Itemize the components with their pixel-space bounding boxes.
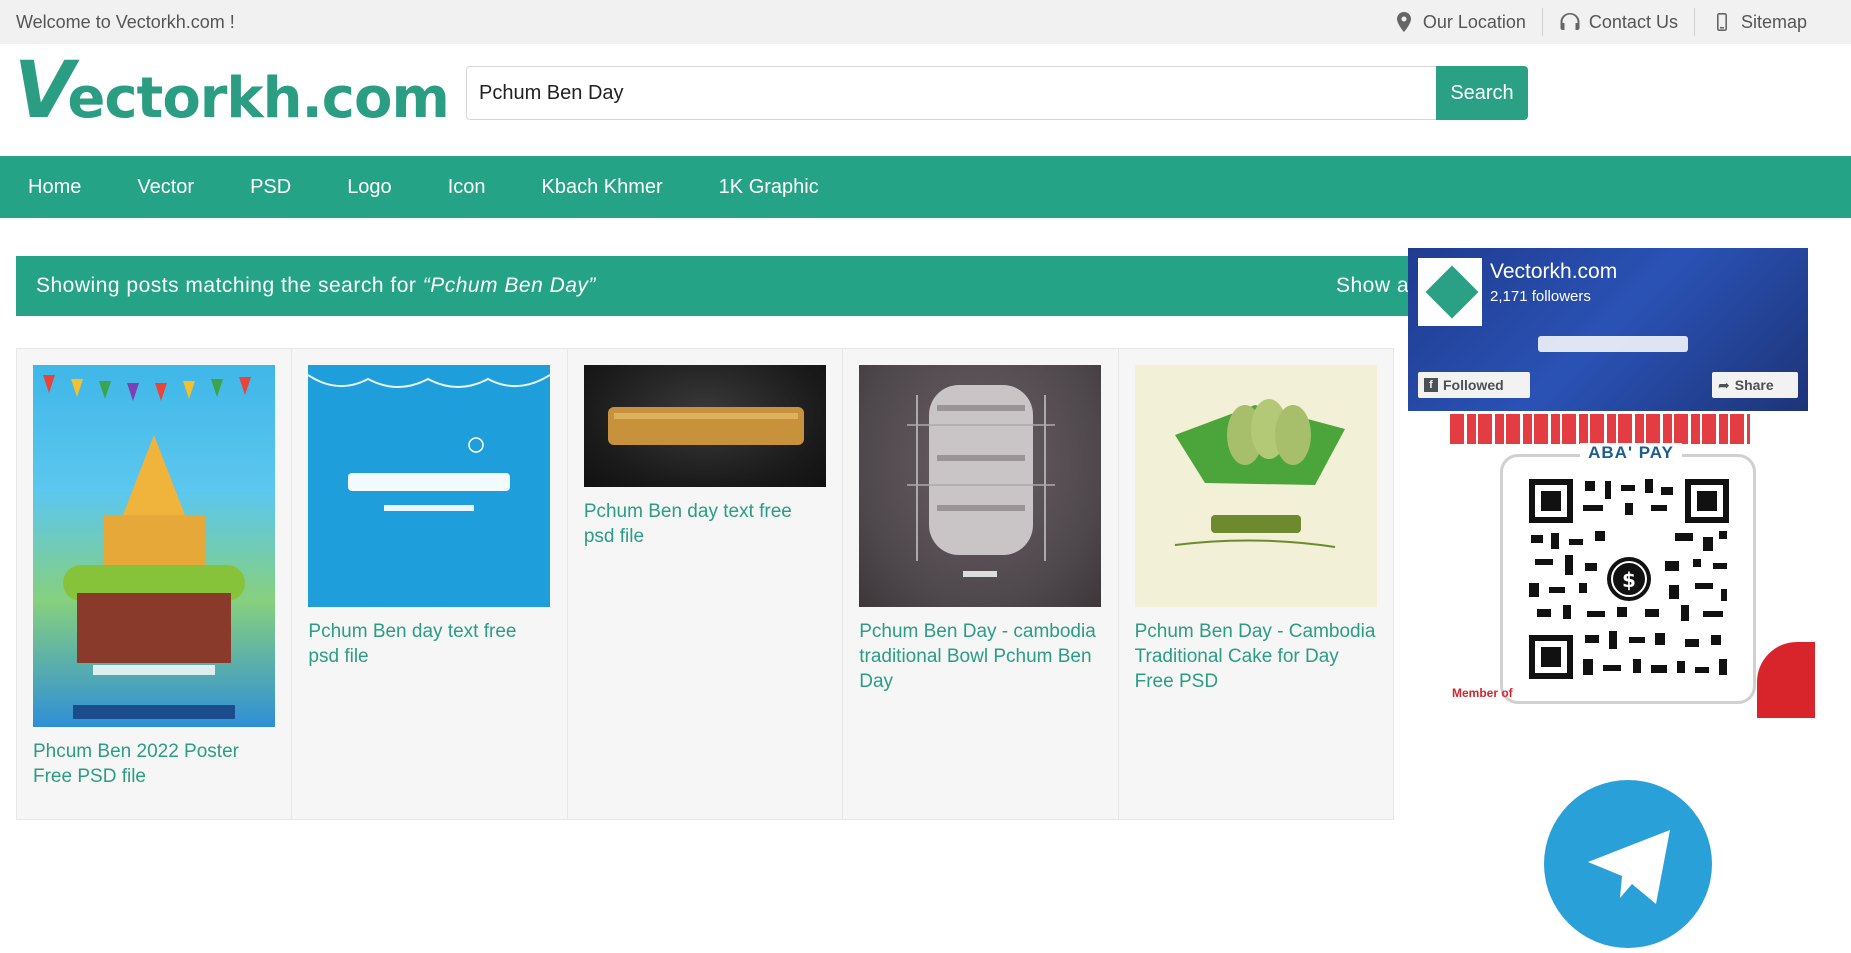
facebook-page-widget[interactable]: Vectorkh.com 2,171 followers f Followed … — [1408, 248, 1808, 411]
post-thumbnail[interactable] — [583, 365, 826, 487]
top-bar: Welcome to Vectorkh.com ! Our Location C… — [0, 0, 1851, 44]
headphones-icon — [1559, 11, 1581, 33]
main-nav: Home Vector PSD Logo Icon Kbach Khmer 1K… — [0, 156, 1851, 218]
post-card[interactable]: Pchum Ben Day - cambodia traditional Bow… — [843, 349, 1119, 819]
search-button[interactable]: Search — [1436, 66, 1528, 120]
svg-text:$: $ — [1622, 568, 1636, 592]
nav-item-logo[interactable]: Logo — [319, 156, 420, 218]
nav-item-1k-graphic[interactable]: 1K Graphic — [691, 156, 847, 218]
nav-item-psd[interactable]: PSD — [222, 156, 319, 218]
search-input[interactable] — [466, 66, 1436, 120]
search-result-message: Showing posts matching the search for “P… — [36, 274, 596, 297]
post-title[interactable]: Phcum Ben 2022 Poster Free PSD file — [33, 739, 275, 789]
post-thumbnail[interactable] — [1134, 365, 1377, 607]
post-card[interactable]: Pchum Ben day text free psd file — [568, 349, 844, 819]
post-title[interactable]: Pchum Ben day text free psd file — [308, 619, 550, 669]
top-links: Our Location Contact Us Sitemap — [1377, 0, 1823, 44]
post-title[interactable]: Pchum Ben Day - cambodia traditional Bow… — [859, 619, 1101, 694]
share-icon: ➦ — [1718, 376, 1730, 393]
facebook-page-name[interactable]: Vectorkh.com — [1490, 260, 1617, 284]
site-header: Vectorkh.com Search — [0, 44, 1851, 156]
post-thumbnail[interactable] — [859, 365, 1102, 607]
search-result-banner: Showing posts matching the search for “P… — [16, 256, 1419, 316]
donation-heading-image — [1450, 414, 1750, 444]
decorative-shape — [1757, 642, 1815, 718]
facebook-share-button[interactable]: ➦ Share — [1712, 372, 1798, 398]
our-location-label: Our Location — [1422, 11, 1526, 32]
sitemap-link[interactable]: Sitemap — [1693, 8, 1823, 36]
post-thumbnail[interactable] — [308, 365, 551, 607]
facebook-page-avatar[interactable] — [1418, 258, 1482, 326]
our-location-link[interactable]: Our Location — [1377, 8, 1542, 36]
post-card[interactable]: Pchum Ben day text free psd file — [292, 349, 568, 819]
aba-qr-frame: ABA' PAY $ — [1500, 443, 1756, 704]
aba-pay-label: ABA' PAY — [1503, 443, 1759, 463]
aba-pay-donation: ABA' PAY $ Member of — [1450, 412, 1815, 718]
facebook-followed-button[interactable]: f Followed — [1418, 372, 1530, 398]
contact-us-link[interactable]: Contact Us — [1541, 8, 1694, 36]
welcome-text: Welcome to Vectorkh.com ! — [16, 12, 235, 32]
show-all-link[interactable]: Show all — [1336, 274, 1419, 298]
nav-item-home[interactable]: Home — [0, 156, 109, 218]
facebook-followers-count: 2,171 followers — [1490, 288, 1591, 305]
facebook-icon: f — [1424, 378, 1438, 392]
telegram-icon[interactable] — [1544, 780, 1712, 948]
nav-item-icon[interactable]: Icon — [420, 156, 514, 218]
search-bar: Search — [466, 66, 1528, 120]
post-title[interactable]: Pchum Ben day text free psd file — [584, 499, 826, 549]
posts-grid: Phcum Ben 2022 Poster Free PSD file Pchu… — [16, 348, 1394, 820]
facebook-cover-art — [1538, 330, 1688, 368]
qr-code-icon: $ — [1525, 475, 1733, 683]
site-logo[interactable]: Vectorkh.com — [14, 46, 450, 136]
post-title[interactable]: Pchum Ben Day - Cambodia Traditional Cak… — [1135, 619, 1377, 694]
nav-item-kbach-khmer[interactable]: Kbach Khmer — [514, 156, 691, 218]
post-card[interactable]: Phcum Ben 2022 Poster Free PSD file — [17, 349, 293, 819]
sitemap-label: Sitemap — [1740, 11, 1807, 32]
map-pin-icon — [1393, 11, 1415, 33]
post-thumbnail[interactable] — [33, 365, 275, 727]
nav-item-vector[interactable]: Vector — [109, 156, 222, 218]
logo-text: Vectorkh.com — [14, 46, 450, 136]
aba-member-note: Member of — [1452, 686, 1513, 700]
post-card[interactable]: Pchum Ben Day - Cambodia Traditional Cak… — [1119, 349, 1393, 819]
mobile-icon — [1711, 11, 1733, 33]
search-query-text: “Pchum Ben Day” — [422, 274, 596, 297]
contact-us-label: Contact Us — [1588, 11, 1678, 32]
